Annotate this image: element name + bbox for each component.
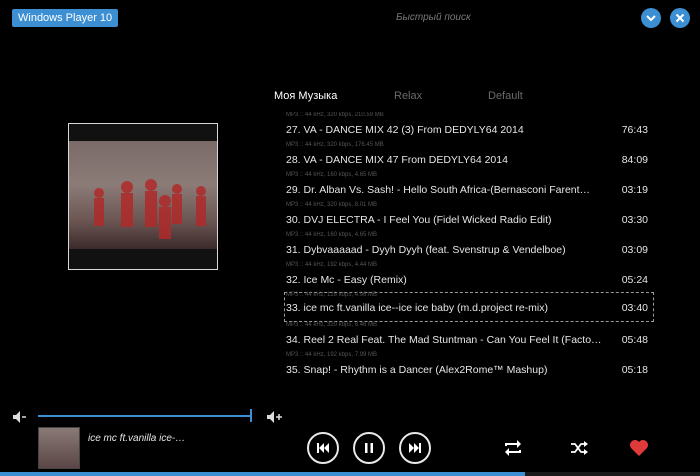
track-meta: MP3 :: 44 kHz, 320 kbps, 176.45 MB: [286, 142, 384, 148]
now-playing-title: ice mc ft.vanilla ice-…: [88, 433, 186, 444]
shuffle-button[interactable]: [568, 437, 590, 459]
repeat-button[interactable]: [502, 437, 524, 459]
track-meta: MP3 :: 44 kHz, 320 kbps, 8.46 MB: [286, 322, 378, 328]
previous-button[interactable]: [307, 432, 339, 464]
track-title: 34. Reel 2 Real Feat. The Mad Stuntman -…: [286, 334, 602, 346]
track-duration: 03:09: [621, 244, 648, 256]
track-meta: MP3 :: 44 kHz, 320 kbps, 8.01 MB: [286, 202, 378, 208]
album-art: [68, 123, 218, 270]
track-meta: MP3 :: 44 kHz, 160 kbps, 4.65 MB: [286, 232, 378, 238]
minimize-button[interactable]: [641, 8, 661, 28]
playback-progress-fill: [0, 472, 525, 476]
track-title: 29. Dr. Alban Vs. Sash! - Hello South Af…: [286, 184, 591, 196]
track-duration: 03:40: [621, 302, 648, 314]
now-playing-thumbnail: [38, 427, 80, 469]
heart-icon: [630, 440, 648, 456]
list-item[interactable]: MP3 :: 44 kHz, 320 kbps, 210.59 MB 27. V…: [284, 112, 654, 142]
track-meta: MP3 :: 44 kHz, 320 kbps, 210.59 MB: [286, 112, 384, 118]
list-item[interactable]: MP3 :: 44 kHz, 192 kbps, 7.99 MB 35. Sna…: [284, 352, 654, 382]
track-title: 35. Snap! - Rhythm is a Dancer (Alex2Rom…: [286, 364, 548, 376]
album-art-image: [69, 141, 217, 249]
track-duration: 05:48: [621, 334, 648, 346]
track-duration: 05:24: [621, 274, 648, 286]
tab-relax[interactable]: Relax: [394, 90, 422, 102]
track-duration: 05:18: [621, 364, 648, 376]
track-title: 28. VA - DANCE MIX 47 From DEDYLY64 2014: [286, 154, 508, 166]
tab-default[interactable]: Default: [488, 90, 523, 102]
track-title: 33. ice mc ft.vanilla ice--ice ice baby …: [286, 302, 548, 314]
close-icon: [675, 13, 685, 23]
track-duration: 84:09: [621, 154, 648, 166]
volume-slider-track[interactable]: [38, 415, 252, 417]
repeat-icon: [505, 440, 521, 456]
list-item-selected[interactable]: MP3 :: 44 kHz, 128 kbps, 4.96 MB 33. ice…: [284, 292, 654, 322]
pause-icon: [365, 443, 373, 453]
track-duration: 76:43: [621, 124, 648, 136]
track-duration: 03:19: [621, 184, 648, 196]
track-title: 31. Dybvaaaaad - Dyyh Dyyh (feat. Svenst…: [286, 244, 566, 256]
volume-up-icon[interactable]: [266, 410, 284, 424]
next-button[interactable]: [399, 432, 431, 464]
close-button[interactable]: [670, 8, 690, 28]
tab-my-music[interactable]: Моя Музыка: [274, 90, 337, 102]
list-item[interactable]: MP3 :: 44 kHz, 192 kbps, 4.44 MB 32. Ice…: [284, 262, 654, 292]
track-title: 32. Ice Mc - Easy (Remix): [286, 274, 407, 286]
volume-slider-thumb[interactable]: [250, 409, 252, 422]
track-meta: MP3 :: 44 kHz, 192 kbps, 7.99 MB: [286, 352, 378, 358]
track-duration: 03:30: [621, 214, 648, 226]
list-item[interactable]: MP3 :: 44 kHz, 320 kbps, 8.01 MB 30. DVJ…: [284, 202, 654, 232]
list-item[interactable]: MP3 :: 44 kHz, 160 kbps, 4.65 MB 29. Dr.…: [284, 172, 654, 202]
list-item[interactable]: MP3 :: 44 kHz, 320 kbps, 8.46 MB 34. Ree…: [284, 322, 654, 352]
app-title-badge: Windows Player 10: [12, 9, 119, 27]
track-meta: MP3 :: 44 kHz, 192 kbps, 4.44 MB: [286, 262, 378, 268]
shuffle-icon: [571, 441, 588, 455]
playlist: MP3 :: 44 kHz, 320 kbps, 210.59 MB 27. V…: [284, 112, 654, 382]
pause-button[interactable]: [353, 432, 385, 464]
track-title: 27. VA - DANCE MIX 42 (3) From DEDYLY64 …: [286, 124, 524, 136]
chevron-down-icon: [646, 15, 656, 22]
volume-down-icon[interactable]: [12, 410, 28, 424]
favorite-button[interactable]: [628, 437, 650, 459]
list-item[interactable]: MP3 :: 44 kHz, 160 kbps, 4.65 MB 31. Dyb…: [284, 232, 654, 262]
skip-previous-icon: [317, 443, 329, 453]
track-title: 30. DVJ ELECTRA - I Feel You (Fidel Wick…: [286, 214, 552, 226]
quick-search-input[interactable]: Быстрый поиск: [396, 12, 471, 23]
track-meta: MP3 :: 44 kHz, 160 kbps, 4.65 MB: [286, 172, 378, 178]
list-item[interactable]: MP3 :: 44 kHz, 320 kbps, 176.45 MB 28. V…: [284, 142, 654, 172]
track-meta: MP3 :: 44 kHz, 128 kbps, 4.96 MB: [286, 292, 378, 298]
skip-next-icon: [409, 443, 421, 453]
